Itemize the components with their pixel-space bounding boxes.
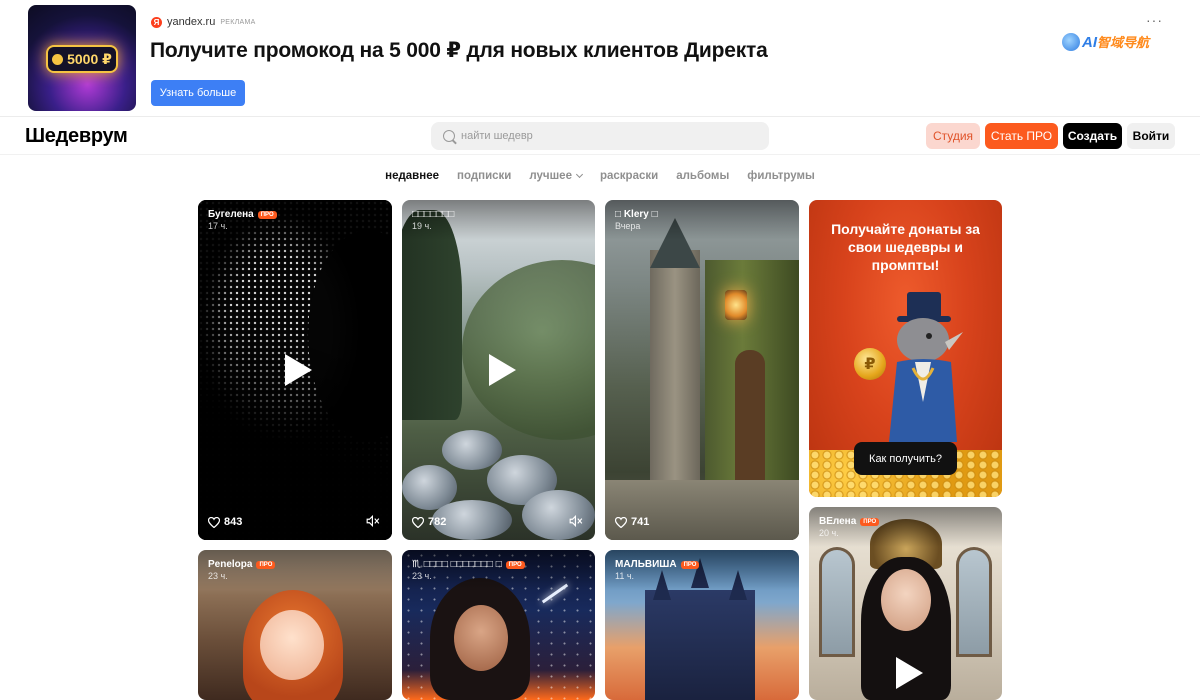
card-author[interactable]: □ Klery □	[615, 209, 658, 220]
rhino-character-image	[889, 292, 963, 460]
site-logo[interactable]: Шедеврум	[25, 125, 128, 148]
pro-badge: ПРО	[257, 210, 277, 219]
ad-thumb-badge: 5000 ₽	[46, 45, 118, 73]
card-author-name: Бугелена	[208, 209, 254, 220]
feed-card[interactable]: Бугелена ПРО 17 ч. 843	[198, 200, 392, 540]
pro-badge: ПРО	[505, 560, 525, 569]
card-author-name: ВЕлена	[819, 516, 857, 527]
ad-thumb-text: 5000 ₽	[67, 50, 112, 67]
card-author[interactable]: Penelopa ПРО	[208, 559, 276, 570]
card-time: 19 ч.	[412, 221, 432, 231]
card-author[interactable]: ВЕлена ПРО	[819, 516, 880, 527]
ad-label: РЕКЛАМА	[220, 18, 256, 26]
like-button[interactable]: 782	[412, 516, 446, 528]
card-author-name: □ Klery □	[615, 209, 658, 220]
globe-icon	[1062, 32, 1080, 51]
card-author-name: МАЛЬВИША	[615, 559, 677, 570]
create-button[interactable]: Создать	[1063, 123, 1122, 149]
search-icon	[443, 130, 455, 142]
card-author[interactable]: □□□□□□□	[412, 209, 454, 220]
heart-icon	[208, 516, 220, 528]
tab-best-label: лучшее	[529, 170, 572, 182]
mute-icon[interactable]	[366, 515, 380, 527]
mute-icon[interactable]	[569, 515, 583, 527]
card-author-name: Penelopa	[208, 559, 253, 570]
tab-recent[interactable]: недавнее	[385, 170, 439, 182]
like-count: 782	[428, 516, 447, 528]
watermark-cn: 智域导航	[1097, 35, 1150, 50]
feed-card[interactable]: Penelopa ПРО 23 ч.	[198, 550, 392, 700]
promo-title-text: Получайте донаты за свои шедевры и промп…	[831, 221, 980, 273]
pro-badge: ПРО	[256, 560, 276, 569]
yandex-logo-icon: Я	[151, 16, 162, 28]
feed-card[interactable]: МАЛЬВИША ПРО 11 ч.	[605, 550, 799, 700]
ad-thumbnail[interactable]: 5000 ₽	[28, 5, 136, 111]
card-author[interactable]: МАЛЬВИША ПРО	[615, 559, 700, 570]
heart-icon	[615, 516, 627, 528]
card-time: Вчера	[615, 221, 641, 231]
coin-icon	[52, 53, 64, 65]
search-input[interactable]	[461, 130, 751, 142]
ruble-coin-icon: ₽	[854, 348, 886, 380]
ad-title[interactable]: Получите промокод на 5 000 ₽ для новых к…	[150, 38, 768, 63]
play-icon[interactable]	[285, 354, 312, 386]
feed-card[interactable]: ♏ □□□□ □□□□□□□ □ ПРО 23 ч.	[402, 550, 595, 700]
tab-albums[interactable]: альбомы	[676, 170, 729, 182]
tab-best[interactable]: лучшее	[529, 170, 584, 182]
card-time: 20 ч.	[819, 528, 839, 538]
card-author-name: □□□□□□□	[412, 209, 455, 220]
watermark-logo: AI智域导航	[1062, 32, 1149, 51]
donations-promo-card[interactable]: Получайте донаты за свои шедевры и промп…	[809, 200, 1002, 497]
card-time: 23 ч.	[412, 571, 432, 581]
feed-card[interactable]: □ Klery □ Вчера 741	[605, 200, 799, 540]
heart-icon	[412, 516, 424, 528]
feed-card[interactable]: ВЕлена ПРО 20 ч.	[809, 507, 1002, 700]
pro-badge: ПРО	[680, 560, 700, 569]
how-to-get-button[interactable]: Как получить?	[854, 442, 957, 475]
like-button[interactable]: 843	[208, 516, 242, 528]
pro-badge: ПРО	[860, 517, 880, 526]
feed-card[interactable]: □□□□□□□ 19 ч. 782	[402, 200, 595, 540]
feed-tabs: недавнее подписки лучшее раскраски альбо…	[0, 170, 1200, 182]
play-icon[interactable]	[488, 354, 516, 386]
card-author[interactable]: ♏ □□□□ □□□□□□□ □ ПРО	[412, 559, 525, 570]
site-header: Шедеврум Студия Стать ПРО Создать Войти	[0, 117, 1200, 155]
card-author[interactable]: Бугелена ПРО	[208, 209, 277, 220]
card-time: 11 ч.	[615, 571, 635, 581]
play-icon[interactable]	[895, 657, 923, 689]
ad-source-domain: yandex.ru	[167, 16, 216, 28]
studio-button[interactable]: Студия	[926, 123, 980, 149]
search-bar[interactable]	[431, 122, 769, 150]
watermark-ai: AI	[1082, 34, 1097, 51]
ad-learn-more-button[interactable]: Узнать больше	[151, 80, 245, 106]
tab-subscriptions[interactable]: подписки	[457, 170, 511, 182]
like-count: 741	[631, 516, 650, 528]
card-time: 23 ч.	[208, 571, 228, 581]
like-count: 843	[224, 516, 243, 528]
card-time: 17 ч.	[208, 221, 228, 231]
card-author-name: ♏ □□□□ □□□□□□□ □	[412, 559, 502, 570]
ad-source[interactable]: Я yandex.ru РЕКЛАМА	[151, 16, 256, 28]
login-button[interactable]: Войти	[1127, 123, 1175, 149]
more-icon[interactable]: ···	[1146, 12, 1163, 28]
like-button[interactable]: 741	[615, 516, 649, 528]
tab-filtrums[interactable]: фильтрумы	[747, 170, 815, 182]
promo-title: Получайте донаты за свои шедевры и промп…	[809, 220, 1002, 274]
get-pro-button[interactable]: Стать ПРО	[985, 123, 1058, 149]
tab-coloring[interactable]: раскраски	[600, 170, 658, 182]
ad-banner[interactable]: 5000 ₽ Я yandex.ru РЕКЛАМА Получите пром…	[0, 0, 1200, 117]
chevron-down-icon	[575, 170, 584, 179]
